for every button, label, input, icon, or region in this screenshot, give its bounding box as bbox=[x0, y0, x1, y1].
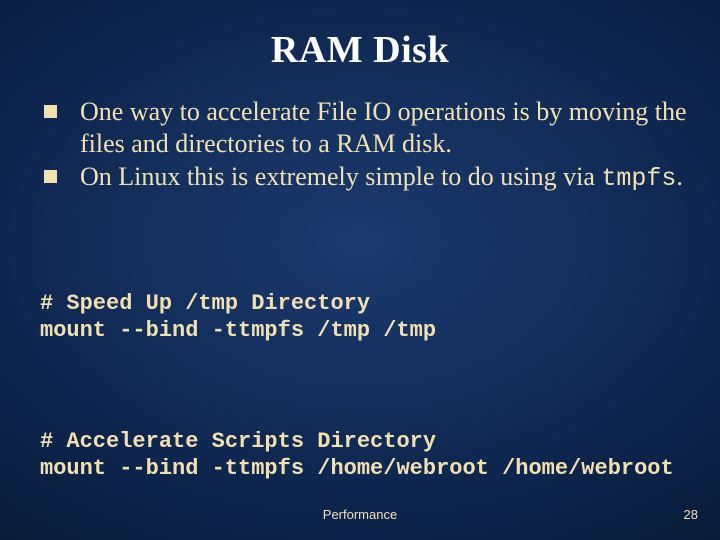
code-comment: # Speed Up /tmp Directory bbox=[40, 291, 370, 316]
bullet-text: On Linux this is extremely simple to do … bbox=[80, 162, 601, 191]
slide: RAM Disk One way to accelerate File IO o… bbox=[0, 0, 720, 540]
bullet-item: One way to accelerate File IO operations… bbox=[40, 96, 688, 159]
inline-code: tmpfs bbox=[601, 164, 676, 193]
footer-label: Performance bbox=[0, 507, 720, 522]
bullet-text: One way to accelerate File IO operations… bbox=[80, 97, 686, 158]
code-comment: # Accelerate Scripts Directory bbox=[40, 429, 436, 454]
slide-title: RAM Disk bbox=[0, 0, 720, 96]
bullet-list: One way to accelerate File IO operations… bbox=[40, 96, 688, 195]
code-command: mount --bind -ttmpfs /home/webroot /home… bbox=[40, 456, 674, 481]
code-command: mount --bind -ttmpfs /tmp /tmp bbox=[40, 318, 436, 343]
bullet-item: On Linux this is extremely simple to do … bbox=[40, 161, 688, 195]
code-section: # Speed Up /tmp Directory mount --bind -… bbox=[40, 290, 688, 345]
slide-body: One way to accelerate File IO operations… bbox=[0, 96, 720, 538]
page-number: 28 bbox=[684, 507, 698, 522]
code-section: # Accelerate Scripts Directory mount --b… bbox=[40, 428, 688, 483]
code-block: # Speed Up /tmp Directory mount --bind -… bbox=[40, 235, 688, 538]
bullet-text: . bbox=[676, 162, 683, 191]
